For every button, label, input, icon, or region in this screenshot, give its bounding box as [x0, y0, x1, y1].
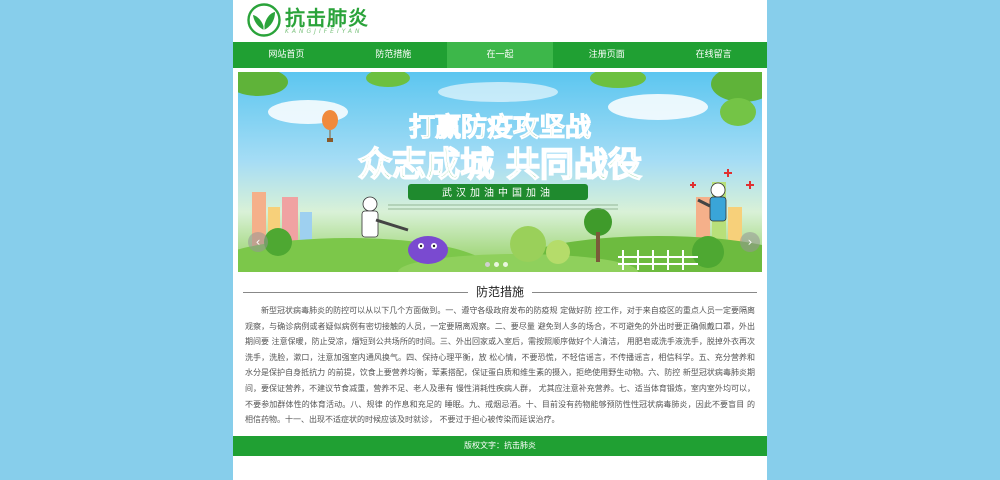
- slider-next-button[interactable]: ›: [740, 232, 760, 252]
- slider-dot-3[interactable]: [503, 262, 508, 267]
- slider-dot-1[interactable]: [485, 262, 490, 267]
- banner-slider[interactable]: 打赢防疫攻坚战 众志成城 共同战役 武汉加油中国加油 ‹ ›: [238, 72, 762, 272]
- main-nav: 网站首页 防范措施 在一起 注册页面 在线留言: [233, 42, 767, 68]
- nav-item-together[interactable]: 在一起: [446, 42, 554, 68]
- section-title-wrap: 防范措施: [243, 283, 757, 301]
- chevron-left-icon: ‹: [255, 235, 261, 249]
- chevron-right-icon: ›: [747, 235, 753, 249]
- slider-dot-2[interactable]: [494, 262, 499, 267]
- banner-headline-2: 众志成城 共同战役: [358, 145, 642, 185]
- section-title: 防范措施: [467, 285, 532, 299]
- nav-item-register[interactable]: 注册页面: [553, 42, 660, 68]
- banner-illustration: 打赢防疫攻坚战 众志成城 共同战役 武汉加油中国加油: [238, 72, 762, 272]
- banner-headline-1: 打赢防疫攻坚战: [409, 112, 591, 143]
- nav-item-message[interactable]: 在线留言: [660, 42, 767, 68]
- section-header: 防范措施: [243, 283, 757, 301]
- banner-ribbon: 武汉加油中国加油: [442, 186, 554, 199]
- site-title[interactable]: 抗击肺炎: [285, 2, 369, 31]
- prevention-article: 新型冠状病毒肺炎的防控可以从以下几个方面做到。一、遵守各级政府发布的防疫规 定做…: [245, 306, 755, 425]
- nav-item-prevention[interactable]: 防范措施: [340, 42, 447, 68]
- slider-prev-button[interactable]: ‹: [248, 232, 268, 252]
- site-subtitle: KANGJIFEIYAN: [285, 28, 363, 35]
- site-footer: 版权文字：抗击肺炎: [233, 436, 767, 456]
- site-header: 抗击肺炎 KANGJIFEIYAN: [233, 0, 767, 42]
- page-container: 抗击肺炎 KANGJIFEIYAN 网站首页 防范措施 在一起 注册页面 在线留…: [233, 0, 767, 480]
- slider-dots: [485, 262, 508, 267]
- leaf-logo-icon[interactable]: [247, 3, 281, 37]
- nav-item-home[interactable]: 网站首页: [233, 42, 340, 68]
